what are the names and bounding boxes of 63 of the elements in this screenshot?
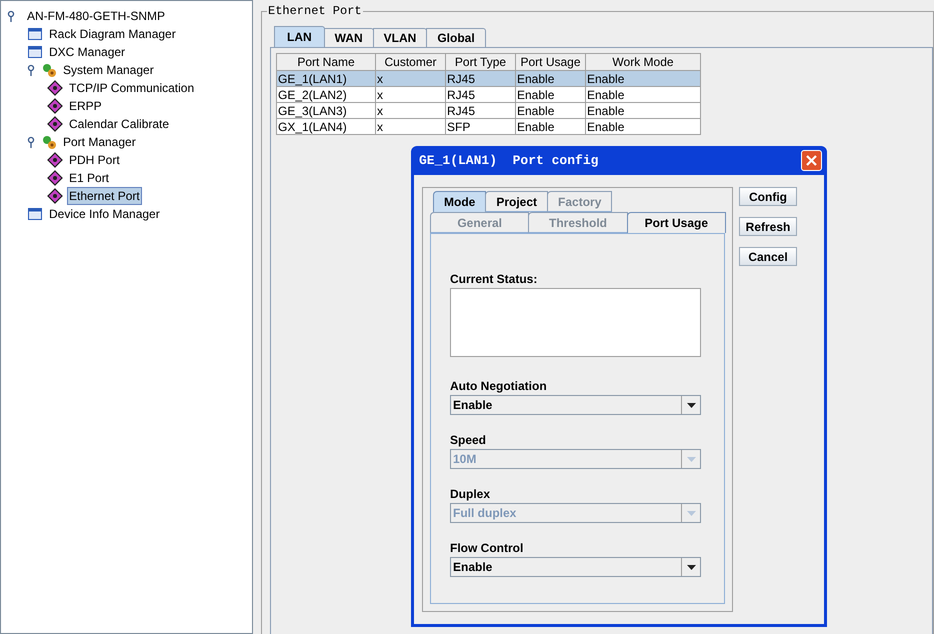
tab[interactable]: Mode — [433, 191, 486, 212]
tree-item[interactable]: TCP/IP Communication — [67, 79, 196, 97]
diamond-icon — [47, 152, 63, 168]
tree-item[interactable]: E1 Port — [67, 169, 112, 187]
gear-icon — [41, 134, 57, 150]
table-cell: x — [376, 118, 446, 134]
field-label: Speed — [450, 432, 488, 449]
tree-item[interactable]: DXC Manager — [47, 43, 128, 61]
table-row[interactable]: GE_1(LAN1) x RJ45 Enable Enable — [276, 70, 700, 86]
tree-item[interactable]: AN-FM-480-GETH-SNMP — [25, 7, 168, 25]
diamond-icon — [47, 116, 63, 132]
tree-item[interactable]: PDH Port — [67, 151, 122, 169]
field-label: Auto Negotiation — [450, 378, 548, 395]
diamond-icon — [47, 80, 63, 96]
tab[interactable]: LAN — [274, 26, 325, 47]
caret-icon — [686, 456, 696, 462]
dropdown-value: 10M — [452, 451, 478, 468]
column-header[interactable]: Port Type — [446, 54, 516, 70]
field-label: Duplex — [450, 486, 492, 503]
table-cell: Enable — [516, 118, 586, 134]
diamond-icon — [47, 98, 63, 114]
column-header[interactable]: Work Mode — [586, 54, 700, 70]
tree-item[interactable]: Device Info Manager — [47, 205, 162, 223]
table-cell: Enable — [586, 118, 700, 134]
dialog-button[interactable]: Cancel — [739, 247, 797, 266]
tree-item[interactable]: ERPP — [67, 97, 104, 115]
tab[interactable]: Project — [485, 191, 548, 212]
field-label: Flow Control — [450, 540, 524, 557]
dialog-title: GE_1(LAN1) Port config — [419, 152, 598, 170]
dropdown-value: Enable — [452, 397, 494, 414]
column-header[interactable]: Port Name — [276, 54, 376, 70]
tree-item[interactable]: Ethernet Port — [67, 187, 142, 205]
caret-icon — [686, 564, 696, 570]
tree-item[interactable]: Rack Diagram Manager — [47, 25, 178, 43]
caret-icon — [686, 510, 696, 516]
close-button[interactable] — [801, 150, 822, 171]
table-row[interactable]: GE_2(LAN2) x RJ45 Enable Enable — [276, 86, 700, 102]
tab[interactable]: Global — [426, 28, 486, 47]
column-header[interactable]: Port Usage — [516, 54, 586, 70]
dropdown[interactable]: Enable — [450, 557, 701, 577]
field-label: Current Status: — [450, 271, 538, 288]
window-icon — [27, 206, 43, 222]
dialog-button[interactable]: Refresh — [739, 217, 797, 236]
window-icon — [27, 44, 43, 60]
table-row[interactable]: GE_3(LAN3) x RJ45 Enable Enable — [276, 102, 700, 118]
dialog-button[interactable]: Config — [739, 187, 797, 206]
dropdown-value: Enable — [452, 559, 494, 576]
dropdown[interactable]: Enable — [450, 395, 701, 415]
window-icon — [27, 26, 43, 42]
dropdown-value: Full duplex — [452, 505, 518, 522]
gear-icon — [41, 62, 57, 78]
table-row[interactable]: GX_1(LAN4) x SFP Enable Enable — [276, 118, 700, 134]
tree-item[interactable]: Calendar Calibrate — [67, 115, 172, 133]
table-cell: GX_1(LAN4) — [276, 118, 376, 134]
caret-icon — [686, 402, 696, 408]
tab[interactable]: Port Usage — [626, 212, 726, 233]
column-header[interactable]: Customer — [376, 54, 446, 70]
diamond-icon — [47, 170, 63, 186]
diamond-icon — [47, 188, 63, 204]
tree-item[interactable]: System Manager — [61, 61, 156, 79]
tree-item[interactable]: Port Manager — [61, 133, 138, 151]
table-cell: SFP — [446, 118, 516, 134]
close-icon — [806, 155, 817, 166]
